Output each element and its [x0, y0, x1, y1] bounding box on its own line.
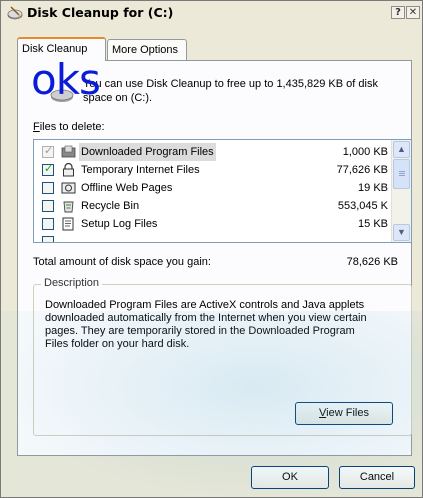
checkbox[interactable]: [42, 218, 54, 230]
file-size: 553,045 K: [337, 200, 388, 212]
list-item[interactable]: Offline Web Pages 19 KB: [34, 179, 392, 197]
intro-line-1: You can use Disk Cleanup to free up to 1…: [83, 78, 378, 90]
description-line-2: downloaded automatically from the Intern…: [45, 312, 367, 324]
recycle-bin-icon: [63, 201, 74, 213]
ok-button[interactable]: OK: [251, 466, 329, 489]
window-title: Disk Cleanup for (C:): [27, 5, 174, 20]
scroll-up-button[interactable]: ▲: [393, 141, 410, 158]
help-button[interactable]: ?: [391, 6, 405, 19]
files-list[interactable]: ✓ Downloaded Program Files 1,000 KB ✓ Te…: [33, 139, 412, 243]
file-size: 19 KB: [358, 182, 388, 194]
checkbox[interactable]: ✓: [42, 144, 54, 158]
file-name: Temporary Internet Files: [81, 164, 200, 176]
file-name: Setup Log Files: [81, 218, 158, 230]
cancel-button[interactable]: Cancel: [339, 466, 415, 489]
list-item[interactable]: [34, 233, 392, 242]
lock-icon: [63, 163, 74, 177]
log-file-icon: [62, 217, 74, 231]
disk-cleanup-icon: [7, 6, 23, 20]
file-name: Recycle Bin: [81, 200, 140, 212]
description-legend: Description: [41, 277, 103, 289]
description-line-3: pages. They are temporarily stored in th…: [45, 325, 355, 337]
checkbox[interactable]: [42, 182, 54, 194]
file-size: 1,000 KB: [342, 146, 388, 158]
view-files-label: iew Files: [326, 407, 369, 419]
list-item[interactable]: Setup Log Files 15 KB: [34, 215, 392, 233]
description-line-4: Files folder on your hard disk.: [45, 338, 190, 350]
list-item[interactable]: ✓ Temporary Internet Files 77,626 KB: [34, 161, 392, 179]
checkbox[interactable]: [42, 200, 54, 212]
check-mark-icon: ✓: [44, 144, 54, 157]
checkbox[interactable]: [42, 236, 54, 242]
intro-line-2: space on (C:).: [83, 92, 153, 104]
offline-page-icon: [61, 182, 76, 194]
close-button[interactable]: ✕: [406, 6, 420, 19]
title-bar[interactable]: Disk Cleanup for (C:) ? ✕: [1, 1, 422, 25]
watermark-text: oks: [31, 55, 101, 104]
intro-text: You can use Disk Cleanup to free up to 1…: [83, 77, 413, 105]
files-label-text: iles to delete:: [39, 121, 105, 133]
file-name: Offline Web Pages: [81, 182, 173, 194]
file-name: Downloaded Program Files: [79, 143, 216, 161]
file-size: 15 KB: [358, 218, 388, 230]
files-label-accel: F: [33, 121, 40, 133]
files-to-delete-label: Files to delete:: [33, 121, 105, 133]
total-space-value: 78,626 KB: [346, 256, 398, 268]
description-line-1: Downloaded Program Files are ActiveX con…: [45, 299, 365, 311]
tab-more-options[interactable]: More Options: [107, 39, 187, 60]
description-text: Downloaded Program Files are ActiveX con…: [45, 299, 405, 351]
scroll-down-button[interactable]: ▼: [393, 224, 410, 241]
check-mark-icon: ✓: [44, 162, 54, 175]
file-size: 77,626 KB: [336, 164, 388, 176]
folder-download-icon: [61, 145, 76, 158]
disk-cleanup-window: Disk Cleanup for (C:) ? ✕ Disk Cleanup M…: [0, 0, 423, 498]
checkbox[interactable]: ✓: [42, 162, 54, 176]
total-space-label: Total amount of disk space you gain:: [33, 256, 211, 268]
list-scrollbar[interactable]: ▲ ▼: [391, 140, 411, 242]
list-item[interactable]: Recycle Bin 553,045 K: [34, 197, 392, 215]
scroll-thumb[interactable]: [393, 159, 410, 189]
view-files-button[interactable]: View Files: [295, 402, 393, 425]
list-item[interactable]: ✓ Downloaded Program Files 1,000 KB: [34, 143, 392, 161]
